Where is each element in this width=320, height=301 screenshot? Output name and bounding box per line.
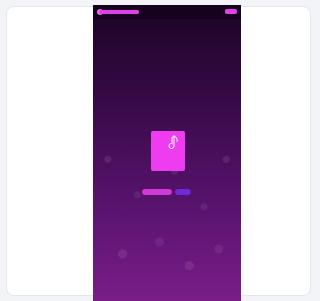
- nav-cta-button[interactable]: [225, 9, 237, 14]
- logo[interactable]: [99, 10, 139, 14]
- hero: [93, 119, 241, 124]
- primary-button[interactable]: [142, 189, 172, 195]
- mobile-preview: [93, 5, 241, 301]
- nav-link[interactable]: [182, 9, 190, 14]
- nav-link[interactable]: [149, 9, 157, 14]
- nav-link[interactable]: [193, 9, 201, 14]
- secondary-button[interactable]: [175, 189, 191, 195]
- crowd-background: [93, 65, 241, 301]
- album-cover[interactable]: [151, 131, 185, 171]
- top-nav: [93, 5, 241, 19]
- nav-link[interactable]: [171, 9, 179, 14]
- music-note-icon: [168, 135, 178, 149]
- nav-links: [149, 9, 201, 14]
- nav-link[interactable]: [160, 9, 168, 14]
- hero-eyebrow: [93, 119, 241, 124]
- hero-caption: [93, 177, 241, 182]
